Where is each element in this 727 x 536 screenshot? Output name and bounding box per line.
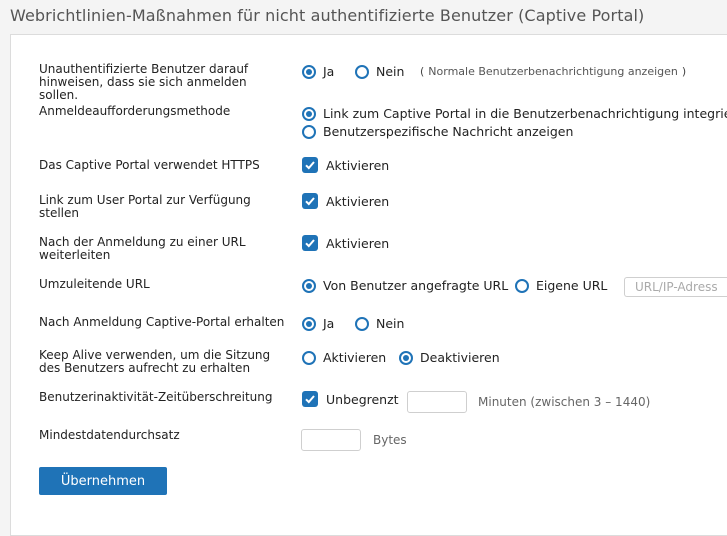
radio-unselected-icon[interactable] bbox=[302, 124, 316, 139]
normal-notification-link-wrap: ( Normale Benutzerbenachrichtigung anzei… bbox=[420, 65, 686, 78]
https-checkbox[interactable]: Aktivieren bbox=[302, 157, 389, 173]
redirect-url-option-requested[interactable]: Von Benutzer angefragte URL bbox=[302, 278, 508, 293]
keep-alive-enable-label: Aktivieren bbox=[323, 350, 387, 365]
paren-close: ) bbox=[681, 65, 687, 78]
keep-alive-label: Keep Alive verwenden, um die Sitzung des… bbox=[39, 348, 271, 375]
page-title: Webrichtlinien-Maßnahmen für nicht authe… bbox=[10, 6, 645, 25]
redirect-after-login-checkbox[interactable]: Aktivieren bbox=[302, 235, 389, 251]
unauth-notify-no-option[interactable]: Nein bbox=[355, 64, 404, 79]
apply-button[interactable]: Übernehmen bbox=[39, 467, 167, 495]
paren-open: ( bbox=[420, 65, 425, 78]
checkmark-icon[interactable] bbox=[302, 391, 318, 407]
inactivity-timeout-label: Benutzerinaktivität-Zeitüberschreitung bbox=[39, 390, 273, 404]
unauth-notify-yes-label: Ja bbox=[323, 64, 335, 79]
radio-unselected-icon[interactable] bbox=[355, 64, 369, 79]
inactivity-minutes-hint: Minuten (zwischen 3 – 1440) bbox=[478, 395, 651, 409]
redirect-url-option-custom[interactable]: Eigene URL bbox=[515, 278, 607, 293]
unauth-notify-label: Unauthentifizierte Benutzer darauf hinwe… bbox=[39, 62, 249, 102]
radio-selected-icon[interactable] bbox=[302, 64, 316, 79]
user-portal-link-checkbox-label: Aktivieren bbox=[326, 193, 390, 209]
min-throughput-input[interactable] bbox=[301, 429, 361, 451]
keep-alive-enable-option[interactable]: Aktivieren bbox=[302, 350, 386, 365]
min-throughput-unit: Bytes bbox=[373, 433, 407, 447]
min-throughput-label: Mindestdatendurchsatz bbox=[39, 428, 180, 442]
keep-portal-no-label: Nein bbox=[376, 316, 405, 331]
radio-selected-icon[interactable] bbox=[399, 350, 413, 365]
checkmark-icon[interactable] bbox=[302, 157, 318, 173]
radio-unselected-icon[interactable] bbox=[302, 350, 316, 365]
keep-alive-disable-option[interactable]: Deaktivieren bbox=[399, 350, 500, 365]
radio-selected-icon[interactable] bbox=[302, 278, 316, 293]
user-portal-link-checkbox[interactable]: Aktivieren bbox=[302, 193, 389, 209]
checkmark-icon[interactable] bbox=[302, 193, 318, 209]
custom-url-input[interactable] bbox=[624, 277, 727, 297]
login-method-option-custom-message[interactable]: Benutzerspezifische Nachricht anzeigen bbox=[302, 124, 573, 139]
login-method-option-portal-link[interactable]: Link zum Captive Portal in die Benutzerb… bbox=[302, 106, 727, 121]
user-portal-link-label: Link zum User Portal zur Verfügung stell… bbox=[39, 193, 251, 220]
https-checkbox-label: Aktivieren bbox=[326, 157, 390, 173]
redirect-url-label: Umzuleitende URL bbox=[39, 277, 150, 291]
redirect-after-login-label: Nach der Anmeldung zu einer URL weiterle… bbox=[39, 235, 246, 262]
radio-unselected-icon[interactable] bbox=[515, 278, 529, 293]
unauth-notify-yes-option[interactable]: Ja bbox=[302, 64, 334, 79]
radio-unselected-icon[interactable] bbox=[355, 316, 369, 331]
redirect-url-option2-label: Eigene URL bbox=[536, 278, 608, 293]
unauth-notify-no-label: Nein bbox=[376, 64, 405, 79]
keep-portal-yes-label: Ja bbox=[323, 316, 335, 331]
login-method-option1-label: Link zum Captive Portal in die Benutzerb… bbox=[323, 106, 727, 121]
keep-portal-label: Nach Anmeldung Captive-Portal erhalten bbox=[39, 315, 285, 329]
checkmark-icon[interactable] bbox=[302, 235, 318, 251]
keep-portal-no-option[interactable]: Nein bbox=[355, 316, 404, 331]
inactivity-minutes-input[interactable] bbox=[407, 391, 467, 413]
radio-selected-icon[interactable] bbox=[302, 316, 316, 331]
redirect-after-login-checkbox-label: Aktivieren bbox=[326, 235, 390, 251]
keep-portal-yes-option[interactable]: Ja bbox=[302, 316, 334, 331]
https-label: Das Captive Portal verwendet HTTPS bbox=[39, 158, 260, 172]
normal-notification-link[interactable]: Normale Benutzerbenachrichtigung anzeige… bbox=[428, 65, 678, 78]
redirect-url-option1-label: Von Benutzer angefragte URL bbox=[323, 278, 509, 293]
radio-selected-icon[interactable] bbox=[302, 106, 316, 121]
login-method-option2-label: Benutzerspezifische Nachricht anzeigen bbox=[323, 124, 574, 139]
keep-alive-disable-label: Deaktivieren bbox=[420, 350, 500, 365]
login-method-label: Anmeldeaufforderungsmethode bbox=[39, 104, 231, 118]
inactivity-unlimited-checkbox[interactable]: Unbegrenzt bbox=[302, 391, 399, 407]
inactivity-unlimited-label: Unbegrenzt bbox=[326, 391, 399, 407]
